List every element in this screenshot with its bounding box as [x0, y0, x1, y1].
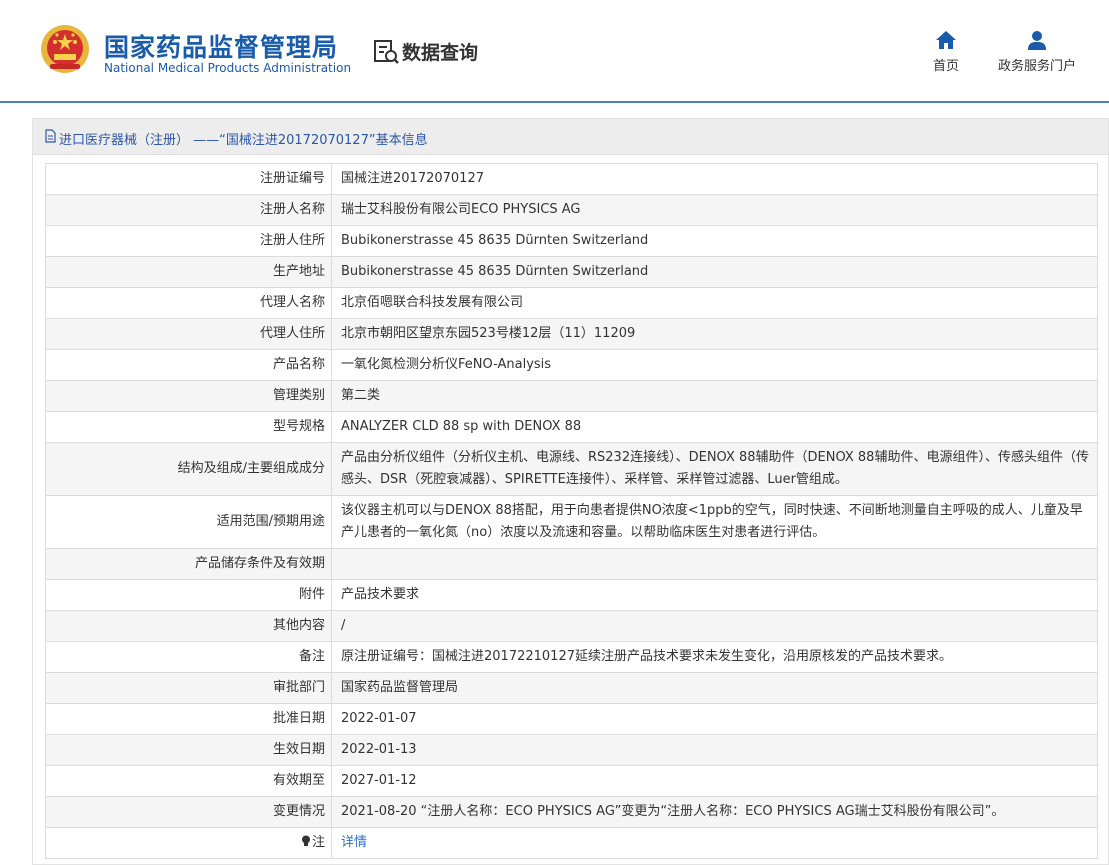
nav-portal-label: 政务服务门户 — [997, 59, 1076, 74]
row-label: 附件 — [45, 579, 332, 611]
nav-home-label: 首页 — [932, 59, 959, 74]
table-row: 其他内容 / — [45, 610, 1098, 642]
row-label: 代理人名称 — [45, 287, 332, 319]
table-row: 代理人住所 北京市朝阳区望京东园523号楼12层（11）11209 — [45, 318, 1098, 350]
info-table: 注册证编号 国械注进20172070127 注册人名称 瑞士艾科股份有限公司ECO P… — [45, 163, 1098, 859]
row-value: 国家药品监督管理局 — [331, 672, 1098, 704]
table-row: 结构及组成/主要组成成分 产品由分析仪组件（分析仪主机、电源线、RS232连接线）… — [45, 442, 1098, 496]
row-value: 产品由分析仪组件（分析仪主机、电源线、RS232连接线）、DENOX 88辅助件… — [331, 442, 1098, 496]
details-link[interactable]: 详情 — [331, 827, 1098, 859]
row-label: 型号规格 — [45, 411, 332, 443]
table-row: 备注 原注册证编号：国械注进20172210127延续注册产品技术要求未发生变化，… — [45, 641, 1098, 673]
table-row: 适用范围/预期用途 该仪器主机可以与DENOX 88搭配，用于向患者提供NO浓度<… — [45, 495, 1098, 549]
row-value: / — [331, 610, 1098, 642]
info-table-body: 注册证编号 国械注进20172070127 注册人名称 瑞士艾科股份有限公司ECO P… — [45, 163, 1098, 859]
row-label: 注册人住所 — [45, 225, 332, 257]
table-row: 附件 产品技术要求 — [45, 579, 1098, 611]
table-row: 生产地址 Bubikonerstrasse 45 8635 Dürnten Swi… — [45, 256, 1098, 288]
row-label: 有效期至 — [45, 765, 332, 797]
row-label: 注册人名称 — [45, 194, 332, 226]
site-header: 国家药品监督管理局 National Medical Products Admi… — [0, 0, 1109, 101]
row-value: ANALYZER CLD 88 sp with DENOX 88 — [331, 411, 1098, 443]
row-label: 注册证编号 — [45, 163, 332, 195]
table-row: 变更情况 2021-08-20 “注册人名称：ECO PHYSICS AG”变更为… — [45, 796, 1098, 828]
table-row: 产品名称 一氧化氮检测分析仪FeNO-Analysis — [45, 349, 1098, 381]
row-value: 一氧化氮检测分析仪FeNO-Analysis — [331, 349, 1098, 381]
table-row: 注册人住所 Bubikonerstrasse 45 8635 Dürnten Sw… — [45, 225, 1098, 257]
national-emblem-icon — [41, 25, 89, 73]
table-row: 产品储存条件及有效期 — [45, 548, 1098, 580]
row-value: 原注册证编号：国械注进20172210127延续注册产品技术要求未发生变化，沿用… — [331, 641, 1098, 673]
home-icon — [936, 31, 956, 49]
row-label: 备注 — [45, 641, 332, 673]
brand-title-cn: 国家药品监督管理局 — [104, 33, 339, 62]
table-row: 批准日期 2022-01-07 — [45, 703, 1098, 735]
row-label: 产品储存条件及有效期 — [45, 548, 332, 580]
row-label: 结构及组成/主要组成成分 — [45, 442, 332, 496]
user-icon — [1028, 31, 1046, 50]
row-value: 2021-08-20 “注册人名称：ECO PHYSICS AG”变更为“注册人… — [331, 796, 1098, 828]
row-value: 第二类 — [331, 380, 1098, 412]
row-label: 代理人住所 — [45, 318, 332, 350]
table-row: 注册人名称 瑞士艾科股份有限公司ECO PHYSICS AG — [45, 194, 1098, 226]
row-value: 瑞士艾科股份有限公司ECO PHYSICS AG — [331, 194, 1098, 226]
panel-title: 进口医疗器械（注册） ——“国械注进20172070127”基本信息 — [59, 133, 428, 148]
row-label: 生产地址 — [45, 256, 332, 288]
table-row: 注册证编号 国械注进20172070127 — [45, 163, 1098, 195]
row-value: Bubikonerstrasse 45 8635 Dürnten Switzer… — [331, 256, 1098, 288]
table-row: 管理类别 第二类 — [45, 380, 1098, 412]
table-row: 型号规格 ANALYZER CLD 88 sp with DENOX 88 — [45, 411, 1098, 443]
data-query-icon — [374, 40, 399, 64]
row-label-note: 注 — [45, 827, 332, 859]
row-label: 变更情况 — [45, 796, 332, 828]
header-divider — [0, 101, 1109, 103]
document-icon — [45, 129, 56, 143]
row-value: 该仪器主机可以与DENOX 88搭配，用于向患者提供NO浓度<1ppb的空气，同… — [331, 495, 1098, 549]
row-value — [331, 548, 1098, 580]
row-label: 管理类别 — [45, 380, 332, 412]
row-value: 2022-01-13 — [331, 734, 1098, 766]
row-label: 批准日期 — [45, 703, 332, 735]
row-label: 生效日期 — [45, 734, 332, 766]
row-label: 适用范围/预期用途 — [45, 495, 332, 549]
row-value: Bubikonerstrasse 45 8635 Dürnten Switzer… — [331, 225, 1098, 257]
detail-panel: 进口医疗器械（注册） ——“国械注进20172070127”基本信息 注册证编号… — [32, 118, 1109, 865]
table-row-note: 注详情 — [45, 827, 1098, 859]
row-value: 国械注进20172070127 — [331, 163, 1098, 195]
table-row: 生效日期 2022-01-13 — [45, 734, 1098, 766]
lightbulb-icon — [301, 835, 310, 846]
section-title: 数据查询 — [402, 42, 479, 64]
row-value: 北京市朝阳区望京东园523号楼12层（11）11209 — [331, 318, 1098, 350]
row-label: 产品名称 — [45, 349, 332, 381]
panel-header: 进口医疗器械（注册） ——“国械注进20172070127”基本信息 — [33, 119, 1108, 155]
note-label-text: 注 — [311, 835, 325, 850]
row-value: 北京佰嗯联合科技发展有限公司 — [331, 287, 1098, 319]
nav-home[interactable]: 首页 — [926, 30, 966, 74]
brand-title-en: National Medical Products Administration — [104, 61, 352, 75]
table-row: 代理人名称 北京佰嗯联合科技发展有限公司 — [45, 287, 1098, 319]
nav-government-service-portal[interactable]: 政务服务门户 — [994, 30, 1080, 74]
row-label: 其他内容 — [45, 610, 332, 642]
table-row: 审批部门 国家药品监督管理局 — [45, 672, 1098, 704]
row-label: 审批部门 — [45, 672, 332, 704]
row-value: 产品技术要求 — [331, 579, 1098, 611]
row-value: 2027-01-12 — [331, 765, 1098, 797]
row-value: 2022-01-07 — [331, 703, 1098, 735]
table-row: 有效期至 2027-01-12 — [45, 765, 1098, 797]
